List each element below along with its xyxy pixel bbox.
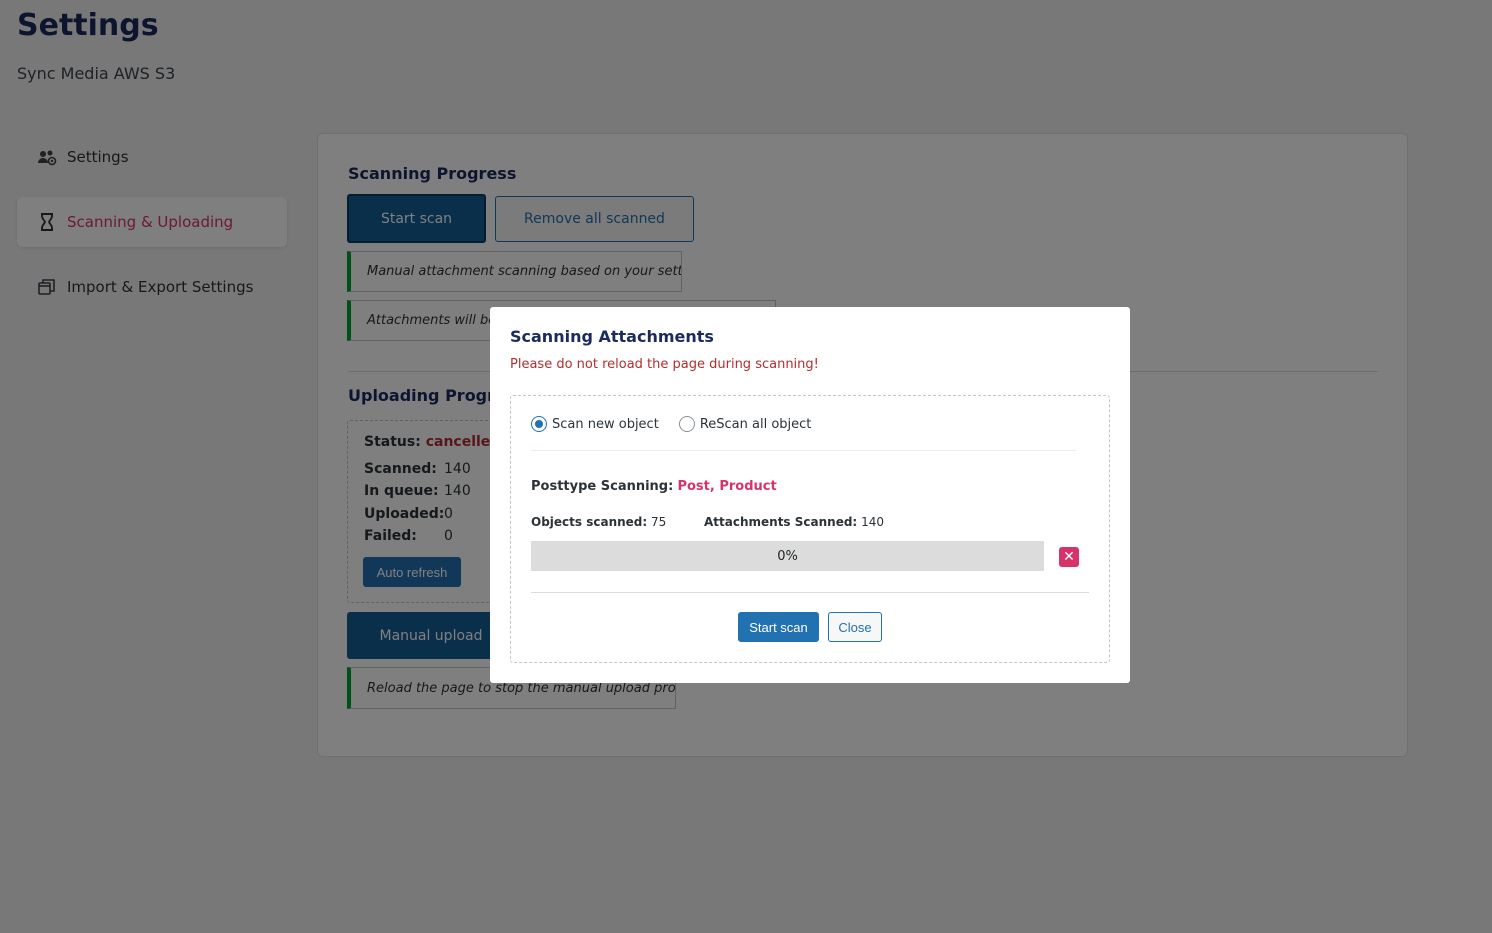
radio-checked-icon[interactable] [531, 416, 547, 432]
modal-close-button[interactable]: Close [828, 612, 882, 642]
attachments-scanned-label: Attachments Scanned: [704, 515, 858, 529]
radio-unchecked-icon[interactable] [678, 416, 695, 432]
scanning-modal: Scanning Attachments Please do not reloa… [490, 307, 1130, 683]
posttype-label: Posttype Scanning: [531, 479, 674, 494]
close-x-icon[interactable]: ✕ [1059, 547, 1079, 567]
objects-scanned-label: Objects scanned: [531, 515, 648, 529]
progress-text: 0% [777, 548, 798, 564]
modal-title: Scanning Attachments [510, 327, 714, 346]
radio-divider [531, 450, 1076, 451]
modal-start-scan-button[interactable]: Start scan [738, 612, 819, 642]
scan-mode-radio-group: Scan new object ReScan all object [531, 416, 811, 432]
radio-rescan-label: ReScan all object [699, 416, 812, 432]
posttype-value: Post, Product [677, 479, 777, 494]
radio-scan-new[interactable]: Scan new object [531, 416, 659, 432]
attachments-scanned-value: 140 [861, 515, 884, 529]
radio-scan-new-label: Scan new object [552, 416, 659, 432]
objects-scanned: Objects scanned: 75 [531, 515, 704, 529]
modal-warning: Please do not reload the page during sca… [510, 357, 819, 372]
objects-scanned-value: 75 [651, 515, 667, 529]
actions-divider [531, 592, 1089, 593]
posttype-scanning: Posttype Scanning: Post, Product [531, 479, 777, 494]
scan-progress-bar: 0% [531, 541, 1044, 571]
radio-rescan-all[interactable]: ReScan all object [678, 416, 812, 432]
scan-counts: Objects scanned: 75 Attachments Scanned:… [531, 515, 884, 529]
modal-content-box: Scan new object ReScan all object Postty… [510, 395, 1110, 663]
attachments-scanned: Attachments Scanned: 140 [704, 515, 884, 529]
